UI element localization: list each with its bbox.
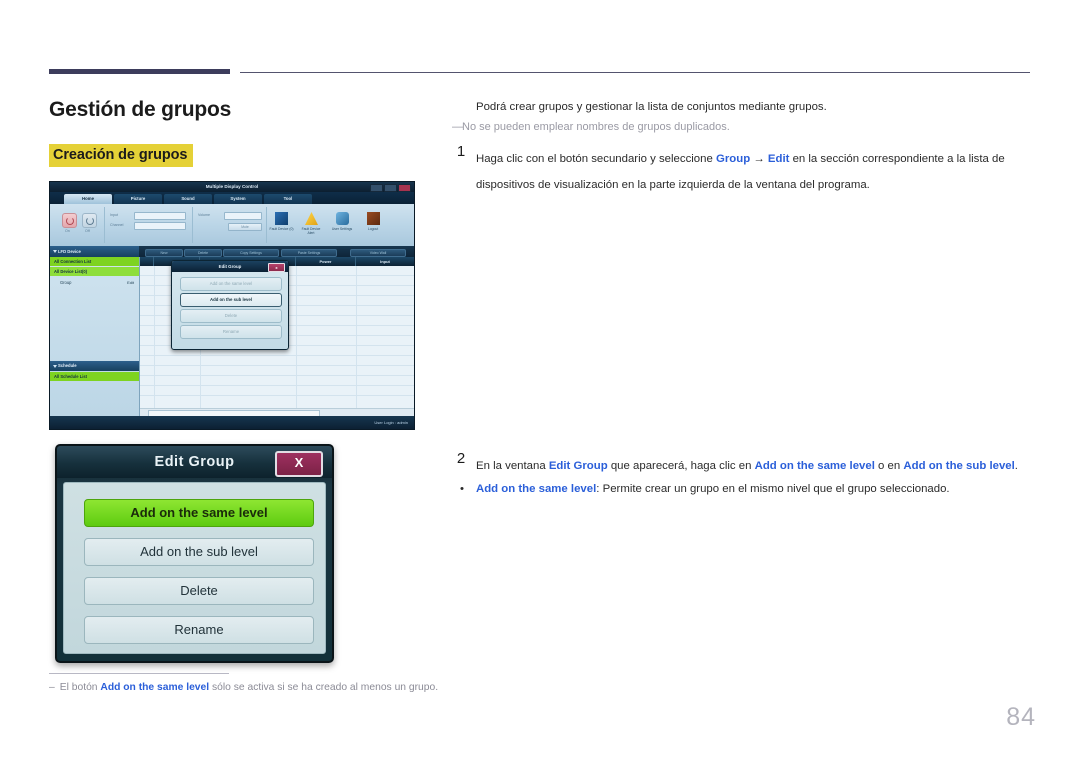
inline-add-on-same-level-button[interactable]: Add on the same level <box>180 277 282 291</box>
schedule-header-label: Schedule <box>58 363 77 368</box>
table-row[interactable] <box>140 386 414 397</box>
step-1-text: Haga clic con el botón secundario y sele… <box>476 153 1005 191</box>
horizontal-scrollbar[interactable] <box>140 408 414 417</box>
mdc-ribbon: On Off Input Channel Volume Mute Fault D… <box>50 204 414 247</box>
input-label: Input <box>110 213 118 217</box>
logout-label: Logout <box>367 227 379 231</box>
dialog-body: Add on the same level Add on the sub lev… <box>63 482 326 654</box>
note-paragraph: —No se pueden emplear nombres de grupos … <box>452 121 1032 133</box>
logout-icon[interactable] <box>367 212 380 225</box>
user-settings-icon[interactable] <box>336 212 349 225</box>
mdc-sidebar: All Connection List All Device List(0) G… <box>50 257 140 416</box>
tab-system[interactable]: System <box>214 193 262 204</box>
channel-label: Channel <box>110 223 124 227</box>
bullet-marker: • <box>460 483 464 495</box>
power-off-button[interactable] <box>82 213 97 228</box>
fault-device-alert-icon[interactable] <box>305 212 318 225</box>
copy-settings-button[interactable]: Copy Settings <box>223 248 279 257</box>
sidebar-group-edit-link[interactable]: Edit <box>127 278 134 287</box>
header-rule-accent <box>49 69 230 74</box>
user-settings-label: User Settings <box>331 227 353 231</box>
ribbon-group-tools: Fault Device (0) Fault Device Alert User… <box>268 207 400 243</box>
header-rule-line <box>240 72 1030 73</box>
close-icon[interactable]: x <box>268 263 285 272</box>
power-off-label: Off <box>85 229 90 233</box>
mdc-window-controls <box>370 184 411 192</box>
schedule-header[interactable]: Schedule <box>50 361 139 371</box>
fault-device-icon[interactable] <box>275 212 288 225</box>
power-on-label: On <box>65 229 70 233</box>
manual-page: Gestión de grupos Creación de grupos Mul… <box>0 0 1080 763</box>
minimize-icon[interactable] <box>370 184 383 192</box>
fault-device-label: Fault Device (0) <box>269 227 294 231</box>
ribbon-group-power: On Off <box>56 207 105 243</box>
delete-button[interactable]: Delete <box>84 577 314 605</box>
page-number: 84 <box>1006 703 1036 731</box>
lfd-device-label: LFD Device <box>58 249 81 254</box>
bullet-1-text: Add on the same level: Permite crear un … <box>476 483 950 495</box>
inline-rename-button[interactable]: Rename <box>180 325 282 339</box>
sidebar-item-all-device-list[interactable]: All Device List(0) <box>50 267 139 276</box>
edit-group-dialog: Edit Group X Add on the same level Add o… <box>55 444 334 663</box>
mdc-window-title: Multiple Display Control <box>50 182 414 192</box>
tab-tool[interactable]: Tool <box>264 193 312 204</box>
lfd-device-header[interactable]: LFD Device <box>50 246 139 257</box>
section-subheading: Creación de grupos <box>49 144 194 167</box>
inline-delete-button[interactable]: Delete <box>180 309 282 323</box>
delete-button[interactable]: Delete <box>184 248 222 257</box>
close-icon[interactable] <box>398 184 411 192</box>
inline-add-on-sub-level-button[interactable]: Add on the sub level <box>180 293 282 307</box>
new-button[interactable]: New <box>145 248 183 257</box>
footnote: – El botón Add on the same level sólo se … <box>49 682 509 693</box>
note-text: No se pueden emplear nombres de grupos d… <box>462 121 730 133</box>
maximize-icon[interactable] <box>384 184 397 192</box>
close-icon[interactable]: X <box>275 451 323 477</box>
chevron-down-icon <box>53 364 57 368</box>
chevron-down-icon <box>53 250 57 254</box>
ribbon-group-input: Input Channel <box>106 207 193 243</box>
step-1-number: 1 <box>456 143 466 160</box>
rename-button[interactable]: Rename <box>84 616 314 644</box>
mute-button[interactable]: Mute <box>228 223 262 231</box>
grid-header-power[interactable]: Power <box>296 257 356 266</box>
channel-stepper[interactable] <box>134 222 186 230</box>
ribbon-group-volume: Volume Mute <box>194 207 267 243</box>
grid-header-input[interactable]: Input <box>356 257 414 266</box>
table-row[interactable] <box>140 356 414 367</box>
volume-field[interactable] <box>224 212 262 220</box>
intro-paragraph: Podrá crear grupos y gestionar la lista … <box>476 101 827 113</box>
add-on-same-level-button[interactable]: Add on the same level <box>84 499 314 527</box>
video-wall-button[interactable]: Video Wall <box>350 248 406 257</box>
footnote-text: El botón Add on the same level sólo se a… <box>59 682 439 693</box>
footnote-dash: – <box>49 682 55 693</box>
tab-sound[interactable]: Sound <box>164 193 212 204</box>
paste-settings-button[interactable]: Paste Settings <box>281 248 337 257</box>
tab-home[interactable]: Home <box>64 193 112 204</box>
sidebar-item-group[interactable]: Group Edit <box>50 278 139 287</box>
note-dash: — <box>452 121 463 133</box>
page-title: Gestión de grupos <box>49 98 232 121</box>
grid-header-checkbox[interactable] <box>140 257 154 266</box>
step-2-text: En la ventana Edit Group que aparecerá, … <box>476 460 1018 472</box>
mdc-status-bar: User Login : admin <box>50 416 414 429</box>
sidebar-item-group-label: Group <box>60 280 72 285</box>
step-2-number: 2 <box>456 450 466 467</box>
volume-label: Volume <box>198 213 210 217</box>
table-row[interactable] <box>140 366 414 377</box>
power-on-button[interactable] <box>62 213 77 228</box>
input-select[interactable] <box>134 212 186 220</box>
footnote-rule <box>49 673 229 674</box>
add-on-sub-level-button[interactable]: Add on the sub level <box>84 538 314 566</box>
table-row[interactable] <box>140 376 414 387</box>
fault-device-alert-label: Fault Device Alert <box>301 227 321 236</box>
sidebar-item-all-schedule-list[interactable]: All Schedule List <box>50 372 139 381</box>
inline-edit-group-dialog: Edit Group x Add on the same level Add o… <box>171 260 289 350</box>
sidebar-item-all-connection-list[interactable]: All Connection List <box>50 257 139 266</box>
mdc-application-screenshot: Multiple Display Control Home Picture So… <box>49 181 415 430</box>
tab-picture[interactable]: Picture <box>114 193 162 204</box>
